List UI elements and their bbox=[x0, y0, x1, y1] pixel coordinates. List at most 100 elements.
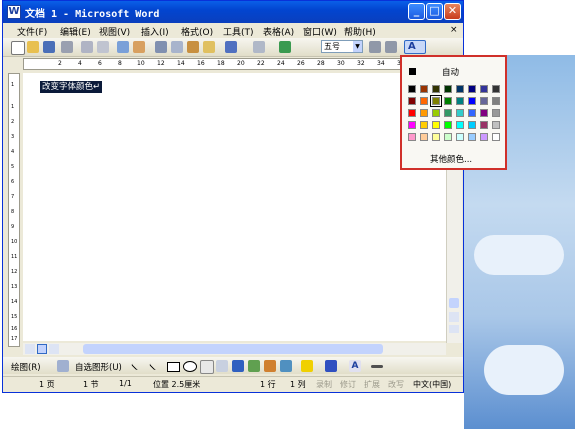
color-swatch[interactable] bbox=[444, 85, 452, 93]
font-color-button[interactable]: A bbox=[404, 40, 426, 54]
color-swatch[interactable] bbox=[444, 133, 452, 141]
undo-icon[interactable] bbox=[225, 41, 237, 53]
maximize-button[interactable]: □ bbox=[426, 3, 443, 20]
cut-icon[interactable] bbox=[155, 41, 167, 53]
color-swatch[interactable] bbox=[480, 97, 488, 105]
color-swatch[interactable] bbox=[432, 85, 440, 93]
selected-text[interactable]: 改变字体颜色↵ bbox=[40, 81, 103, 93]
more-colors-option[interactable]: 其他颜色... bbox=[430, 153, 472, 165]
rectangle-icon[interactable] bbox=[167, 362, 180, 372]
scroll-thumb[interactable] bbox=[83, 344, 383, 354]
redo-icon[interactable] bbox=[253, 41, 265, 53]
scroll-down-icon[interactable] bbox=[449, 298, 459, 308]
color-swatch[interactable] bbox=[456, 121, 464, 129]
color-swatch[interactable] bbox=[480, 109, 488, 117]
normal-view-icon[interactable] bbox=[25, 344, 35, 354]
menu-view[interactable]: 视图(V) bbox=[99, 25, 130, 38]
title-bar[interactable]: W 文档 1 - Microsoft Word _ □ ✕ bbox=[3, 1, 463, 23]
spelling-icon[interactable] bbox=[117, 41, 129, 53]
color-swatch[interactable] bbox=[456, 85, 464, 93]
font-size-select[interactable]: 五号 ▼ bbox=[321, 40, 363, 53]
paste-icon[interactable] bbox=[187, 41, 199, 53]
color-swatch[interactable] bbox=[430, 95, 442, 107]
color-swatch[interactable] bbox=[432, 109, 440, 117]
fill-color-icon[interactable] bbox=[301, 360, 313, 372]
status-overtype[interactable]: 改写 bbox=[388, 379, 404, 390]
color-swatch[interactable] bbox=[420, 133, 428, 141]
vertical-ruler[interactable]: 1 1 2 3 4 5 6 7 8 9 10 11 12 13 14 15 16… bbox=[8, 73, 20, 347]
permission-icon[interactable] bbox=[61, 41, 73, 53]
line-color-icon[interactable] bbox=[325, 360, 337, 372]
draw-menu[interactable]: 绘图(R) bbox=[11, 361, 41, 373]
close-button[interactable]: ✕ bbox=[444, 3, 461, 20]
print-layout-icon[interactable] bbox=[37, 344, 47, 354]
color-swatch[interactable] bbox=[492, 109, 500, 117]
open-folder-icon[interactable] bbox=[27, 41, 39, 53]
status-extend[interactable]: 扩展 bbox=[364, 379, 380, 390]
select-objects-icon[interactable] bbox=[57, 360, 69, 372]
menu-window[interactable]: 窗口(W) bbox=[303, 25, 337, 38]
color-swatch[interactable] bbox=[408, 109, 416, 117]
menu-tools[interactable]: 工具(T) bbox=[223, 25, 254, 38]
menu-table[interactable]: 表格(A) bbox=[263, 25, 294, 38]
color-swatch[interactable] bbox=[420, 109, 428, 117]
color-swatch[interactable] bbox=[444, 97, 452, 105]
color-swatch[interactable] bbox=[456, 133, 464, 141]
color-swatch[interactable] bbox=[420, 85, 428, 93]
oval-icon[interactable] bbox=[183, 361, 197, 372]
menu-format[interactable]: 格式(O) bbox=[181, 25, 213, 38]
status-track-changes[interactable]: 修订 bbox=[340, 379, 356, 390]
font-color-icon[interactable]: A bbox=[349, 360, 361, 372]
automatic-color-swatch[interactable] bbox=[409, 68, 416, 75]
color-swatch[interactable] bbox=[432, 121, 440, 129]
color-swatch[interactable] bbox=[456, 109, 464, 117]
previous-page-icon[interactable] bbox=[449, 312, 459, 322]
color-swatch[interactable] bbox=[468, 133, 476, 141]
menu-file[interactable]: 文件(F) bbox=[17, 25, 47, 38]
color-swatch[interactable] bbox=[408, 133, 416, 141]
print-icon[interactable] bbox=[81, 41, 93, 53]
new-document-icon[interactable] bbox=[11, 41, 25, 55]
color-swatch[interactable] bbox=[432, 133, 440, 141]
color-swatch[interactable] bbox=[480, 133, 488, 141]
document-area[interactable] bbox=[23, 73, 446, 341]
picture-icon[interactable] bbox=[280, 360, 292, 372]
color-swatch[interactable] bbox=[468, 109, 476, 117]
color-swatch[interactable] bbox=[420, 97, 428, 105]
color-swatch[interactable] bbox=[480, 121, 488, 129]
color-swatch[interactable] bbox=[444, 109, 452, 117]
print-preview-icon[interactable] bbox=[97, 41, 109, 53]
clipart-icon[interactable] bbox=[264, 360, 276, 372]
color-swatch[interactable] bbox=[456, 97, 464, 105]
status-record[interactable]: 录制 bbox=[316, 379, 332, 390]
color-swatch[interactable] bbox=[468, 85, 476, 93]
copy-icon[interactable] bbox=[171, 41, 183, 53]
color-swatch[interactable] bbox=[468, 97, 476, 105]
save-icon[interactable] bbox=[43, 41, 55, 53]
format-painter-icon[interactable] bbox=[203, 41, 215, 53]
minimize-button[interactable]: _ bbox=[408, 3, 425, 20]
align-center-icon[interactable] bbox=[369, 41, 381, 53]
menu-help[interactable]: 帮助(H) bbox=[344, 25, 376, 38]
diagram-icon[interactable] bbox=[248, 360, 260, 372]
hyperlink-icon[interactable] bbox=[279, 41, 291, 53]
color-swatch[interactable] bbox=[492, 97, 500, 105]
vertical-textbox-icon[interactable] bbox=[216, 360, 228, 372]
autoshapes-menu[interactable]: 自选图形(U) bbox=[75, 361, 122, 373]
close-document-icon[interactable]: × bbox=[450, 25, 458, 35]
select-browse-object-icon[interactable] bbox=[449, 325, 459, 333]
line-icon[interactable] bbox=[130, 358, 144, 371]
color-swatch[interactable] bbox=[408, 121, 416, 129]
color-swatch[interactable] bbox=[420, 121, 428, 129]
color-swatch[interactable] bbox=[480, 85, 488, 93]
color-swatch[interactable] bbox=[492, 121, 500, 129]
color-swatch[interactable] bbox=[444, 121, 452, 129]
color-swatch[interactable] bbox=[408, 85, 416, 93]
color-swatch[interactable] bbox=[468, 121, 476, 129]
menu-edit[interactable]: 编辑(E) bbox=[60, 25, 91, 38]
color-swatch[interactable] bbox=[408, 97, 416, 105]
horizontal-scrollbar[interactable] bbox=[23, 343, 446, 355]
menu-insert[interactable]: 插入(I) bbox=[141, 25, 169, 38]
reading-view-icon[interactable] bbox=[49, 344, 59, 354]
automatic-color-option[interactable]: 自动 bbox=[442, 66, 459, 78]
